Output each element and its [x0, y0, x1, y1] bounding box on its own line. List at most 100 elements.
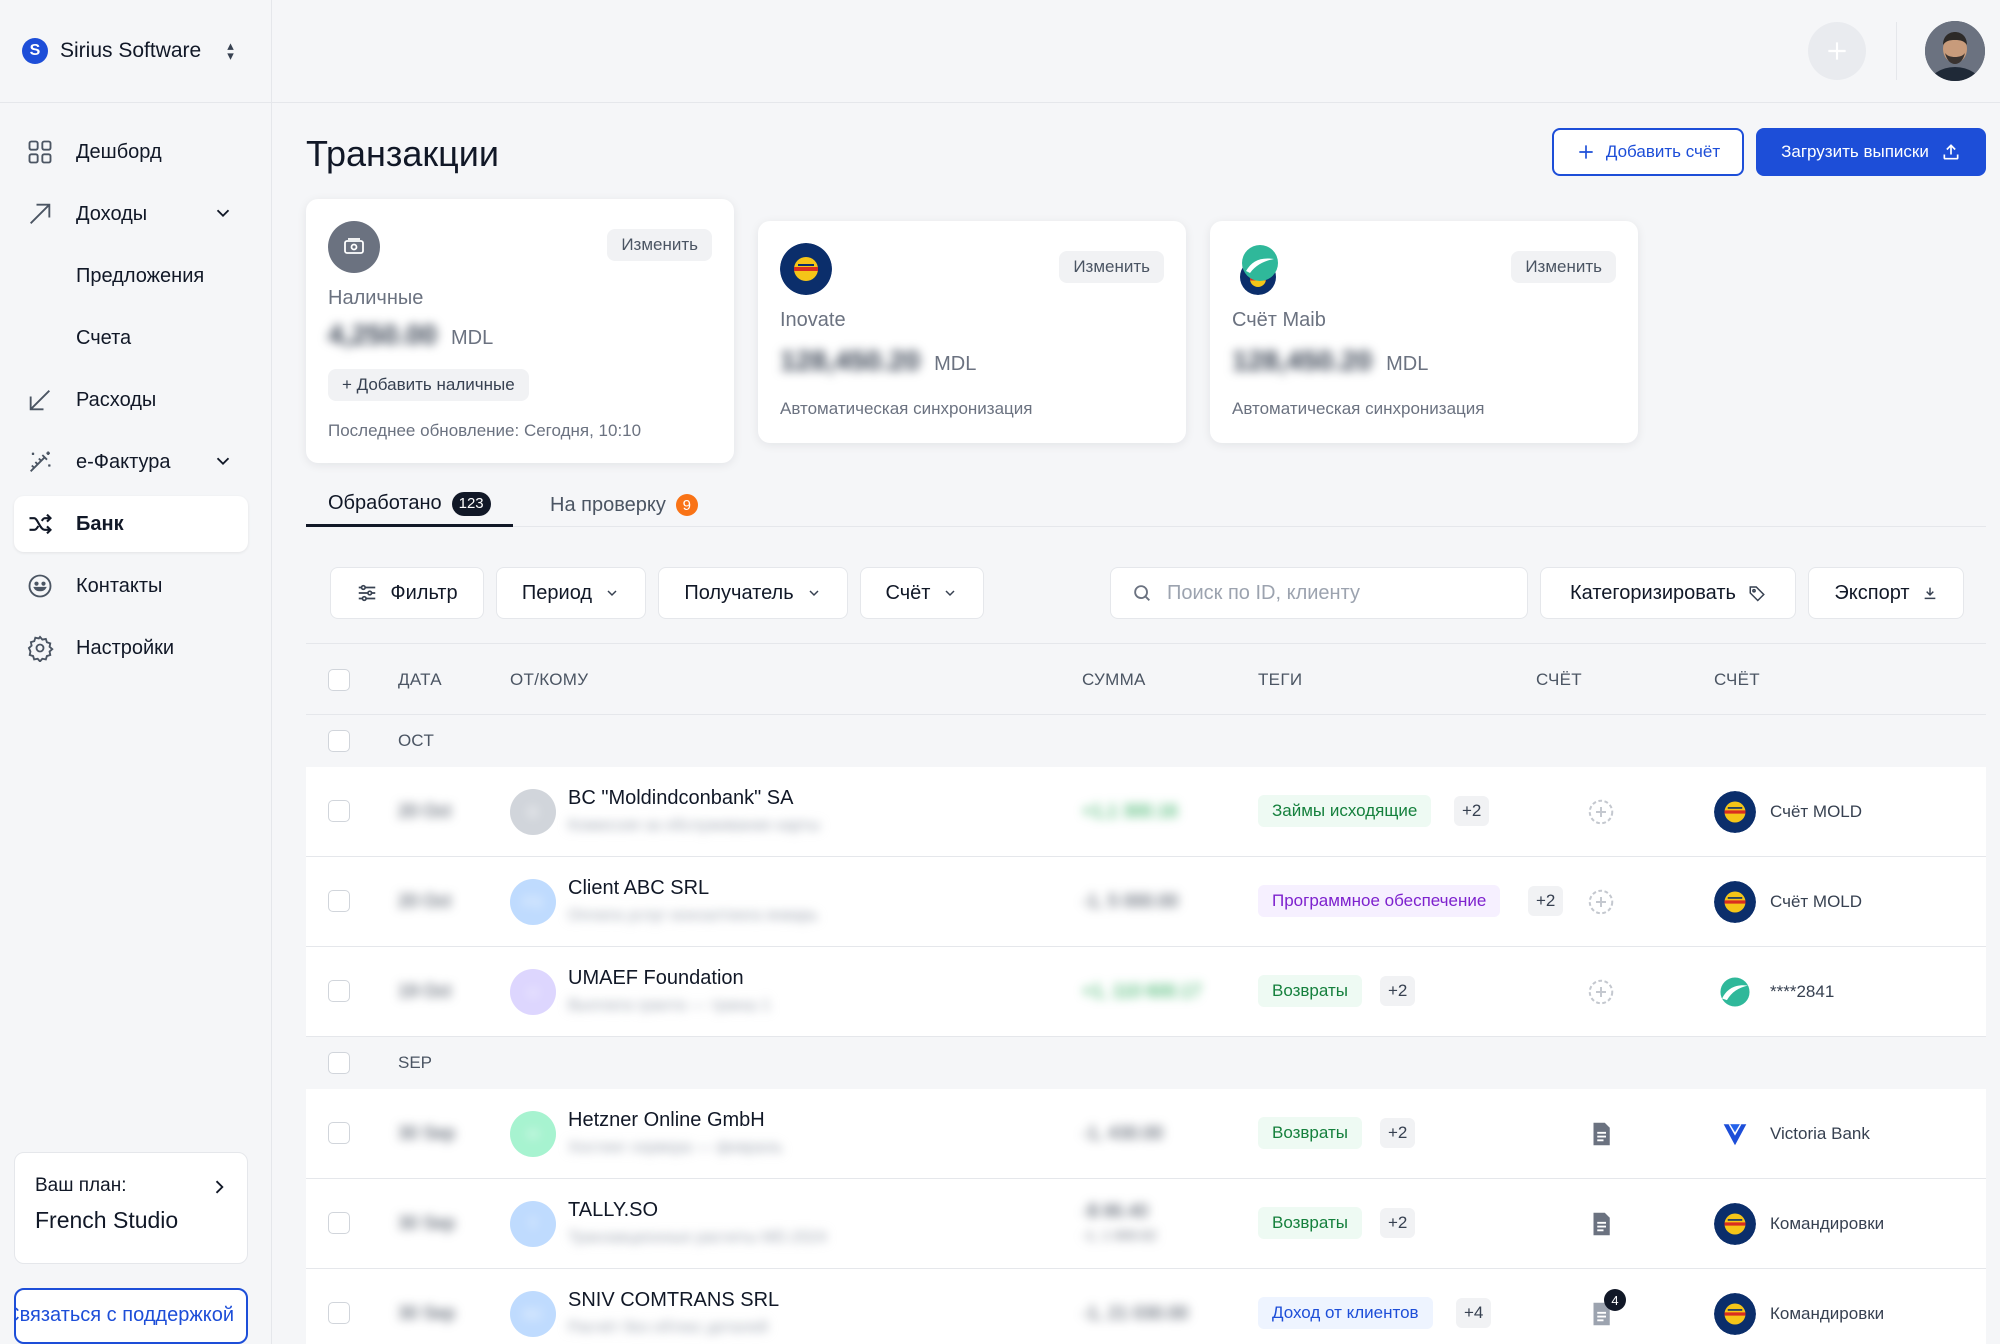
tag-badge[interactable]: Займы исходящие: [1258, 795, 1432, 827]
row-checkbox[interactable]: [328, 1212, 350, 1234]
group-header: SEP: [306, 1037, 1986, 1089]
tag-badge[interactable]: Возвраты: [1258, 1117, 1362, 1149]
group-checkbox[interactable]: [328, 1052, 350, 1074]
org-switcher[interactable]: S Sirius Software ▴ ▾: [22, 36, 234, 66]
account-balance: 128,450.20 MDL: [1232, 345, 1428, 377]
row-checkbox[interactable]: [328, 1122, 350, 1144]
more-tags-badge[interactable]: +4: [1456, 1298, 1492, 1328]
select-all-checkbox[interactable]: [328, 669, 350, 691]
row-checkbox[interactable]: [328, 1302, 350, 1324]
smile-icon: [28, 574, 52, 598]
account-name: Inovate: [780, 309, 846, 331]
group-checkbox[interactable]: [328, 730, 350, 752]
row-amount: +1, 110 600.17: [1082, 981, 1202, 1001]
categorize-label: Категоризировать: [1570, 581, 1736, 604]
receipt-icon[interactable]: [1586, 1209, 1616, 1239]
row-date: 30 Sep: [398, 1213, 456, 1233]
row-date: 20 Oct: [398, 891, 452, 911]
row-amount: -1, 430.00: [1082, 1123, 1164, 1143]
avatar: T: [510, 1201, 556, 1247]
edit-button[interactable]: Изменить: [1511, 251, 1616, 283]
tag-badge[interactable]: Возвраты: [1258, 975, 1362, 1007]
sidebar-item-efactura[interactable]: e-Фактура: [14, 434, 248, 490]
create-button[interactable]: [1808, 22, 1866, 80]
add-receipt-icon[interactable]: [1586, 977, 1616, 1007]
upload-icon: [1943, 144, 1959, 160]
account-card-inovate[interactable]: Изменить Inovate 128,450.20 MDL Автомати…: [758, 221, 1186, 443]
table-row[interactable]: 20 Oct B BC "Moldindconbank" SA Комиссия…: [306, 767, 1986, 857]
receipt-icon[interactable]: [1586, 1119, 1616, 1149]
sidebar-item-label: e-Фактура: [76, 450, 171, 473]
upload-label: Загрузить выписки: [1781, 142, 1929, 161]
sidebar-item-expenses[interactable]: Расходы: [14, 372, 248, 428]
arrow-down-left-icon: [29, 390, 50, 411]
receipt-with-count[interactable]: 4: [1586, 1289, 1626, 1329]
row-account: Командировки: [1714, 1203, 1884, 1245]
avatar: SC: [510, 1291, 556, 1337]
export-button[interactable]: Экспорт: [1808, 567, 1964, 619]
account-name: Командировки: [1770, 1214, 1885, 1233]
table-row[interactable]: 30 Sep T TALLY.SO Транзакционные расчеты…: [306, 1179, 1986, 1269]
tag-badge[interactable]: Доход от клиентов: [1258, 1297, 1433, 1329]
more-tags-badge[interactable]: +2: [1528, 886, 1564, 916]
add-receipt-icon[interactable]: [1586, 887, 1616, 917]
account-card-maib[interactable]: Изменить Счёт Maib 128,450.20 MDL Автома…: [1210, 221, 1638, 443]
wallet-icon: [328, 221, 380, 273]
row-date: 30 Sep: [398, 1123, 456, 1143]
row-account: Victoria Bank: [1714, 1113, 1870, 1155]
support-button[interactable]: Связаться с поддержкой: [14, 1288, 248, 1344]
more-tags-badge[interactable]: +2: [1380, 976, 1416, 1006]
filter-button[interactable]: Фильтр: [330, 567, 484, 619]
user-avatar[interactable]: [1925, 21, 1985, 81]
account-dropdown[interactable]: Счёт: [860, 567, 984, 619]
more-tags-badge[interactable]: +2: [1454, 796, 1490, 826]
account-balance: 128,450.20 MDL: [780, 345, 976, 377]
search-icon: [1134, 585, 1150, 601]
categorize-button[interactable]: Категоризировать: [1540, 567, 1796, 619]
more-tags-badge[interactable]: +2: [1380, 1118, 1416, 1148]
row-checkbox[interactable]: [328, 980, 350, 1002]
upload-statements-button[interactable]: Загрузить выписки: [1756, 128, 1986, 176]
table-row[interactable]: 19 Oct U UMAEF Foundation Выплата гранта…: [306, 947, 1986, 1037]
edit-button[interactable]: Изменить: [1059, 251, 1164, 283]
add-account-button[interactable]: Добавить счёт: [1552, 128, 1744, 176]
sidebar-item-bank[interactable]: Банк: [14, 496, 248, 552]
bank-logo-icon: [1714, 1293, 1756, 1335]
table-row[interactable]: 30 Sep H Hetzner Online GmbH Хостинг сер…: [306, 1089, 1986, 1179]
topbar: [272, 0, 2000, 103]
sidebar-item-settings[interactable]: Настройки: [14, 620, 248, 676]
bank-logo-icon: [1240, 245, 1278, 295]
sidebar-item-label: Предложения: [76, 264, 205, 287]
row-date: 30 Sep: [398, 1303, 456, 1323]
sidebar-item-dashboard[interactable]: Дешборд: [14, 124, 248, 180]
period-dropdown[interactable]: Период: [496, 567, 646, 619]
row-checkbox[interactable]: [328, 800, 350, 822]
search-field[interactable]: [1110, 567, 1528, 619]
row-account: Счёт MOLD: [1714, 881, 1862, 923]
row-checkbox[interactable]: [328, 890, 350, 912]
account-card-cash[interactable]: Изменить Наличные 4,250.00 MDL + Добавит…: [306, 199, 734, 463]
chevron-down-icon: [216, 209, 230, 218]
sidebar-item-income[interactable]: Доходы: [14, 186, 248, 242]
tag-badge[interactable]: Возвраты: [1258, 1207, 1362, 1239]
sidebar-item-contacts[interactable]: Контакты: [14, 558, 248, 614]
support-label: Связаться с поддержкой: [14, 1304, 234, 1326]
plan-card[interactable]: Ваш план: French Studio: [14, 1152, 248, 1264]
table-row[interactable]: 20 Oct FS Client ABC SRL Оплата услуг ко…: [306, 857, 1986, 947]
tab-review[interactable]: На проверку 9: [528, 483, 720, 527]
tag-badge[interactable]: Программное обеспечение: [1258, 885, 1501, 917]
bank-logo-icon: [780, 243, 832, 295]
add-receipt-icon[interactable]: [1586, 797, 1616, 827]
more-tags-badge[interactable]: +2: [1380, 1208, 1416, 1238]
add-cash-button[interactable]: + Добавить наличные: [328, 369, 529, 401]
tab-processed[interactable]: Обработано 123: [306, 483, 513, 527]
sidebar-item-invoices[interactable]: Счета: [14, 310, 248, 366]
sidebar-item-offers[interactable]: Предложения: [14, 248, 248, 304]
filter-bar: Фильтр Период Получатель Счёт Категоризи…: [306, 567, 1986, 619]
recipient-dropdown[interactable]: Получатель: [658, 567, 848, 619]
table-row[interactable]: 30 Sep SC SNIV COMTRANS SRL Расчёт без о…: [306, 1269, 1986, 1344]
search-input[interactable]: [1167, 581, 1507, 605]
edit-button[interactable]: Изменить: [607, 229, 712, 261]
sync-note: Автоматическая синхронизация: [1232, 399, 1485, 418]
filter-label: Фильтр: [390, 581, 458, 604]
